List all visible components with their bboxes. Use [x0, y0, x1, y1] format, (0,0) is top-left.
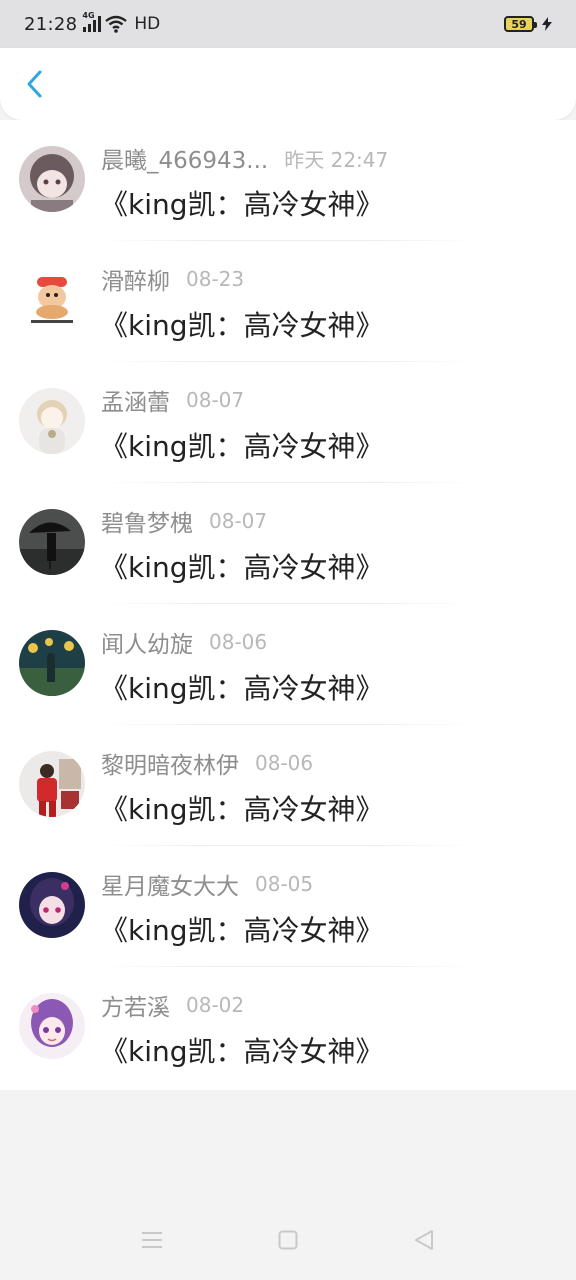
message-meta: 晨曦_466943... 昨天 22:47: [101, 141, 389, 175]
message-meta: 星月魔女大大 08-05: [101, 868, 313, 900]
message-text: 《king凯：高冷女神》: [100, 672, 384, 705]
battery-status: 59: [504, 16, 552, 32]
message-meta: 黎明暗夜林伊 08-06: [101, 747, 313, 779]
sender-name[interactable]: 方若溪: [101, 988, 170, 1022]
list-item[interactable]: 星月魔女大大 08-05 《king凯：高冷女神》: [0, 846, 576, 967]
top-app-bar: [0, 48, 576, 120]
message-meta: 方若溪 08-02: [101, 989, 244, 1021]
sender-name[interactable]: 星月魔女大大: [101, 867, 239, 901]
message-text: 《king凯：高冷女神》: [100, 430, 384, 463]
message-time: 08-06: [255, 751, 314, 775]
avatar[interactable]: [19, 751, 85, 817]
list-item[interactable]: 方若溪 08-02 《king凯：高冷女神》: [0, 967, 576, 1088]
sender-name[interactable]: 闻人幼旋: [101, 625, 193, 659]
sender-name[interactable]: 孟涵蕾: [101, 383, 170, 417]
avatar[interactable]: [19, 146, 85, 212]
list-item[interactable]: 孟涵蕾 08-07 《king凯：高冷女神》: [0, 362, 576, 483]
sender-name[interactable]: 碧鲁梦槐: [101, 504, 193, 538]
message-time: 08-07: [186, 388, 245, 412]
avatar[interactable]: [19, 267, 85, 333]
system-nav-bar: [0, 1200, 576, 1280]
signal-icon: 4G: [82, 11, 102, 32]
message-text: 《king凯：高冷女神》: [100, 309, 384, 342]
sender-name[interactable]: 滑醉柳: [101, 262, 170, 296]
triangle-back-icon: [415, 1230, 433, 1250]
avatar[interactable]: [19, 993, 85, 1059]
message-time: 08-23: [186, 267, 245, 291]
back-button[interactable]: [14, 62, 54, 106]
message-meta: 孟涵蕾 08-07: [101, 384, 244, 416]
message-time: 昨天 22:47: [284, 147, 389, 172]
avatar[interactable]: [19, 872, 85, 938]
message-text: 《king凯：高冷女神》: [100, 551, 384, 584]
charging-icon: [542, 17, 552, 31]
wifi-icon: [105, 15, 128, 33]
status-icons: 4G HD: [82, 11, 161, 34]
message-meta: 滑醉柳 08-23: [101, 263, 244, 295]
message-text: 《king凯：高冷女神》: [100, 914, 384, 947]
message-meta: 闻人幼旋 08-06: [101, 626, 267, 658]
square-home-icon: [278, 1230, 298, 1250]
list-item[interactable]: 黎明暗夜林伊 08-06 《king凯：高冷女神》: [0, 725, 576, 846]
status-time: 21:28: [24, 13, 78, 35]
avatar[interactable]: [19, 388, 85, 454]
sender-name[interactable]: 黎明暗夜林伊: [101, 746, 239, 780]
message-time: 08-06: [209, 630, 268, 654]
message-meta: 碧鲁梦槐 08-07: [101, 505, 267, 537]
list-item[interactable]: 滑醉柳 08-23 《king凯：高冷女神》: [0, 241, 576, 362]
message-time: 08-07: [209, 509, 268, 533]
message-list: 晨曦_466943... 昨天 22:47 《king凯：高冷女神》 滑醉柳 0…: [0, 120, 576, 1090]
back-nav-button[interactable]: [404, 1220, 444, 1260]
network-type: 4G: [82, 11, 95, 20]
message-time: 08-02: [186, 993, 245, 1017]
status-bar: 21:28 4G HD 59: [0, 0, 576, 48]
avatar[interactable]: [19, 509, 85, 575]
list-item[interactable]: 闻人幼旋 08-06 《king凯：高冷女神》: [0, 604, 576, 725]
sender-name[interactable]: 晨曦_466943...: [101, 141, 268, 175]
message-text: 《king凯：高冷女神》: [100, 793, 384, 826]
list-item[interactable]: 碧鲁梦槐 08-07 《king凯：高冷女神》: [0, 483, 576, 604]
avatar[interactable]: [19, 630, 85, 696]
message-time: 08-05: [255, 872, 314, 896]
menu-button[interactable]: [132, 1220, 172, 1260]
menu-icon: [142, 1232, 162, 1248]
battery-level: 59: [511, 17, 527, 31]
chevron-left-icon: [27, 70, 42, 98]
message-text: 《king凯：高冷女神》: [100, 1035, 384, 1068]
hd-indicator: HD: [134, 14, 161, 34]
list-item[interactable]: 晨曦_466943... 昨天 22:47 《king凯：高冷女神》: [0, 120, 576, 241]
battery-icon: 59: [504, 16, 537, 32]
message-text: 《king凯：高冷女神》: [100, 188, 384, 221]
home-button[interactable]: [268, 1220, 308, 1260]
